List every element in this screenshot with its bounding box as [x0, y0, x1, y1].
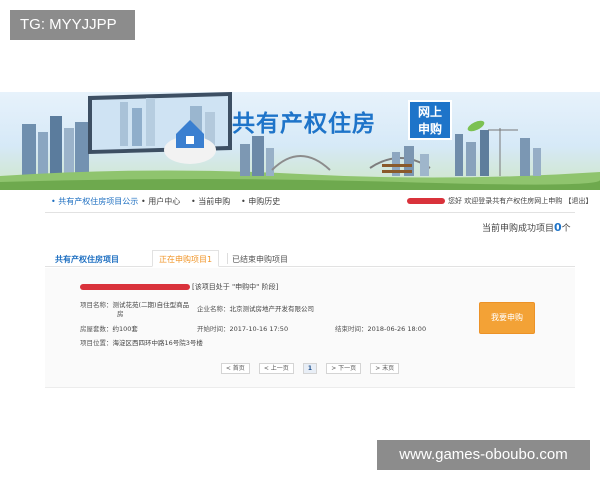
units-row: 房屋套数：约100套 — [80, 323, 138, 333]
project-card: [该项目处于 "申购中" 阶段] 项目名称：测试花苑(二期)自住型商品 房 企业… — [45, 268, 575, 388]
project-name-label: 项目名称： — [80, 301, 113, 309]
project-name-value: 测试花苑(二期)自住型商品 — [112, 301, 190, 309]
redacted-project-name — [80, 284, 190, 290]
end-time-label: 结束时间： — [335, 325, 368, 333]
user-greeting-text: 您好 欢迎登录共有产权住房网上申购 【退出】 — [448, 197, 593, 205]
company-row: 企业名称：北京测试房地产开发有限公司 — [197, 303, 314, 313]
banner-tag: 网上 申购 — [408, 100, 452, 140]
success-count-unit: 个 — [561, 224, 571, 234]
project-stage: [该项目处于 "申购中" 阶段] — [192, 283, 279, 291]
project-name-value-cont: 房 — [117, 310, 124, 318]
watermark-bottom: www.games-oboubo.com — [377, 440, 590, 470]
start-time-label: 开始时间： — [197, 325, 230, 333]
tab-divider — [227, 253, 228, 264]
company-value: 北京测试房地产开发有限公司 — [229, 305, 315, 313]
nav-item-application-history[interactable]: • 申购历史 — [241, 196, 280, 207]
company-label: 企业名称： — [197, 305, 230, 313]
success-count-label: 当前申购成功项目 — [482, 224, 555, 234]
tab-ended-projects[interactable]: 已结束申购项目 — [232, 254, 288, 265]
end-time-row: 结束时间：2018-06-26 18:00 — [335, 323, 426, 333]
project-name-row-cont: 房 — [117, 308, 124, 318]
success-count-value: 0 — [554, 221, 562, 234]
project-name-row: 项目名称：测试花苑(二期)自住型商品 — [80, 299, 189, 309]
apply-button[interactable]: 我要申购 — [479, 302, 535, 334]
banner-tag-line1: 网上 — [417, 105, 442, 119]
success-count: 当前申购成功项目0个 — [482, 221, 571, 234]
page-first-button[interactable]: < 首页 — [220, 363, 250, 374]
page-prev-button[interactable]: < 上一页 — [258, 363, 294, 374]
nav-item-user-center[interactable]: • 用户中心 — [141, 196, 180, 207]
top-nav: • 共有产权住房项目公示 • 用户中心 • 当前申购 • 申购历史 您好 欢迎登… — [45, 191, 592, 213]
header-banner: 共有产权住房 网上 申购 — [0, 92, 600, 190]
page-current[interactable]: 1 — [302, 363, 318, 374]
units-label: 房屋套数： — [80, 325, 113, 333]
location-label: 项目位置： — [80, 339, 113, 347]
nav-item-project-notice[interactable]: • 共有产权住房项目公示 — [51, 196, 138, 207]
redacted-username — [407, 198, 445, 204]
banner-title: 共有产权住房 — [232, 111, 376, 137]
tab-ongoing-projects[interactable]: 正在申购项目1 — [152, 250, 220, 267]
end-time-value: 2018-06-26 18:00 — [367, 325, 427, 333]
user-greeting: 您好 欢迎登录共有产权住房网上申购 【退出】 — [407, 196, 592, 206]
project-heading: [该项目处于 "申购中" 阶段] — [80, 282, 278, 292]
start-time-row: 开始时间：2017-10-16 17:50 — [197, 323, 288, 333]
pagination: < 首页 < 上一页 1 > 下一页 > 末页 — [45, 358, 575, 377]
banner-tag-line2: 申购 — [417, 122, 442, 136]
watermark-top: TG: MYYJJPP — [10, 10, 135, 40]
page-next-button[interactable]: > 下一页 — [326, 363, 362, 374]
location-row: 项目位置：海淀区西四环中路16号院3号楼 — [80, 337, 203, 347]
units-value: 约100套 — [112, 325, 138, 333]
page-last-button[interactable]: > 末页 — [370, 363, 400, 374]
project-tabs: 共有产权住房项目 正在申购项目1 已结束申购项目 — [45, 250, 575, 267]
start-time-value: 2017-10-16 17:50 — [229, 325, 289, 333]
nav-item-current-application[interactable]: • 当前申购 — [191, 196, 230, 207]
tab-shared-property-projects[interactable]: 共有产权住房项目 — [55, 254, 119, 265]
location-value: 海淀区西四环中路16号院3号楼 — [112, 339, 203, 347]
